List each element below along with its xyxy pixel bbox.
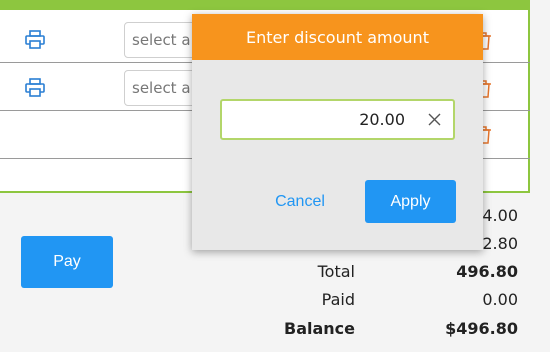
total-value: 496.80: [456, 262, 518, 281]
close-icon[interactable]: [428, 113, 441, 126]
paid-label: Paid: [321, 290, 355, 309]
partial-value: 2.80: [482, 234, 518, 253]
partial-value: 4.00: [482, 206, 518, 225]
balance-value: $496.80: [445, 319, 518, 338]
pay-button[interactable]: Pay: [21, 236, 113, 288]
balance-label: Balance: [284, 319, 355, 338]
total-label: Total: [317, 262, 355, 281]
discount-amount-value: 20.00: [359, 110, 405, 129]
apply-button[interactable]: Apply: [365, 180, 456, 223]
dialog-title: Enter discount amount: [192, 14, 483, 60]
cancel-button[interactable]: Cancel: [260, 182, 340, 222]
discount-dialog: Enter discount amount 20.00 Cancel Apply: [192, 14, 483, 250]
printer-icon[interactable]: [24, 78, 46, 98]
top-accent-bar: [0, 0, 530, 10]
discount-amount-input[interactable]: 20.00: [220, 99, 455, 140]
printer-icon[interactable]: [24, 30, 46, 50]
paid-value: 0.00: [482, 290, 518, 309]
